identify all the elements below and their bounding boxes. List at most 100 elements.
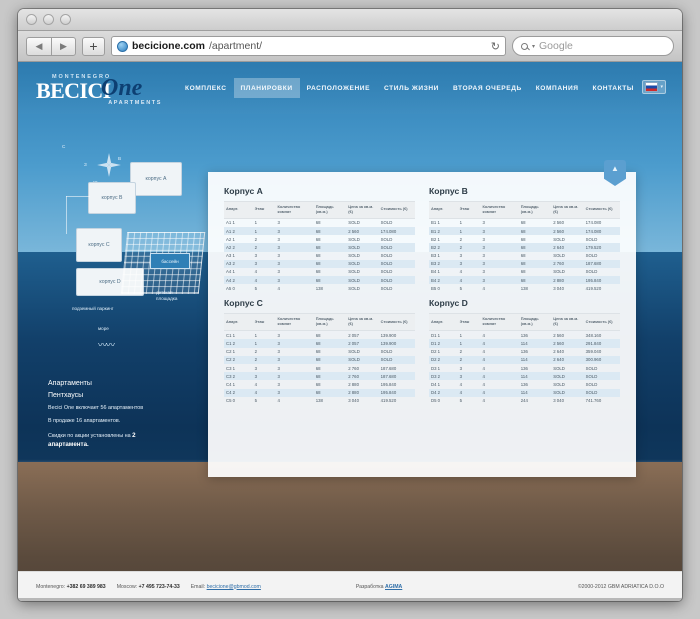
compass-east-label: В (118, 156, 122, 161)
language-selector[interactable]: ▾ (642, 80, 666, 94)
table-row[interactable]: A1 2 1 3 68 2 560 174.080 (224, 226, 415, 236)
table-cell: 2 057 (348, 340, 359, 346)
table-row[interactable]: B1 2 1 3 68 2 560 174.080 (429, 226, 620, 236)
col-floor: Этаж (252, 201, 276, 219)
nav-item-company[interactable]: КОМПАНИЯ (529, 78, 586, 98)
table-row[interactable]: B2 2 2 3 68 2 640 179.520 (429, 243, 620, 252)
table-row[interactable]: A3 2 3 3 68 SOLD SOLD (224, 259, 415, 268)
table-row[interactable]: C5 0 5 4 138 3 040 419.520 (224, 397, 415, 405)
playground-label: детская площадка (156, 290, 178, 302)
table-cell: 5 (254, 398, 258, 404)
table-row[interactable]: C4 1 4 3 68 2 880 195.840 (224, 380, 415, 388)
table-row[interactable]: A1 1 1 3 68 SOLD SOLD (224, 218, 415, 227)
table-cell: 2 560 (553, 220, 564, 226)
search-input[interactable]: ▾ Google (512, 36, 674, 56)
table-cell: C1 2 (226, 340, 236, 346)
table-cell: 4 (254, 269, 258, 275)
table-row[interactable]: B4 2 4 3 68 2 880 195.840 (429, 276, 620, 285)
table-row[interactable]: A5 0 5 4 138 SOLD SOLD (224, 284, 415, 292)
site-logo[interactable]: MONTENEGRO BECICI One APARTMENTS (34, 68, 162, 108)
table-cell: 3 (277, 244, 280, 250)
building-a[interactable]: корпус A (130, 162, 182, 196)
table-cell: 2 760 (348, 373, 359, 379)
window-close-button[interactable] (26, 14, 37, 25)
building-c[interactable]: корпус C (76, 228, 122, 262)
table-row[interactable]: B3 2 3 3 68 2 760 187.680 (429, 259, 620, 268)
developer-link[interactable]: AGIMA (385, 584, 402, 590)
table-row[interactable]: A4 2 4 3 68 SOLD SOLD (224, 276, 415, 285)
table-row[interactable]: D1 2 1 4 114 2 560 291.840 (429, 339, 620, 348)
reload-icon[interactable]: ↻ (491, 40, 500, 53)
table-cell: 2 (254, 236, 258, 242)
moscow-phone[interactable]: +7 495 723-74-33 (139, 584, 180, 590)
table-row[interactable]: A3 1 3 3 68 SOLD SOLD (224, 252, 415, 260)
table-cell: 68 (315, 253, 321, 259)
new-tab-button[interactable]: + (82, 36, 105, 56)
address-bar[interactable]: becicione.com /apartment/ ↻ (111, 36, 506, 56)
table-row[interactable]: D2 2 2 4 114 2 640 300.960 (429, 355, 620, 364)
block-korpus-d: Корпус D Апарт. Этаж Количество комнат П… (429, 298, 620, 404)
table-cell: 3 040 (553, 285, 564, 291)
nav-item-layouts[interactable]: ПЛАНИРОВКИ (233, 78, 300, 98)
horizontal-scrollbar[interactable] (18, 598, 682, 601)
table-cell: 4 (277, 398, 280, 404)
table-row[interactable]: A4 1 4 3 68 SOLD SOLD (224, 268, 415, 276)
nav-item-location[interactable]: РАСПОЛОЖЕНИЕ (300, 78, 377, 98)
table-row[interactable]: A2 2 2 3 68 SOLD SOLD (224, 243, 415, 252)
table-row[interactable]: D4 2 4 4 114 SOLD SOLD (429, 388, 620, 397)
forward-button[interactable]: ▶ (51, 36, 76, 56)
table-cell: 2 640 (553, 349, 564, 355)
apartments-table-d: Апарт. Этаж Количество комнат Площадь (к… (429, 313, 620, 404)
col-rooms: Количество комнат (275, 313, 314, 332)
table-row[interactable]: C3 2 3 3 68 2 760 187.680 (224, 372, 415, 381)
table-row[interactable]: A2 1 2 3 68 SOLD SOLD (224, 235, 415, 243)
table-row[interactable]: C2 1 2 3 68 SOLD SOLD (224, 348, 415, 356)
table-row[interactable]: B5 0 5 4 138 3 040 419.520 (429, 284, 620, 292)
table-cell: 68 (520, 277, 526, 283)
table-cell: 174.080 (380, 228, 397, 234)
back-button[interactable]: ◀ (26, 36, 51, 56)
table-row[interactable]: D3 2 3 4 114 SOLD SOLD (429, 372, 620, 381)
table-cell: 419.520 (380, 398, 397, 404)
table-cell: 300.960 (585, 357, 602, 363)
table-row[interactable]: B3 1 3 3 68 SOLD SOLD (429, 252, 620, 260)
blocks-grid: Корпус A Апарт. Этаж Количество комнат П… (208, 172, 636, 419)
table-row[interactable]: B4 1 4 3 68 SOLD SOLD (429, 268, 620, 276)
table-cell: 1 (254, 220, 258, 226)
table-row[interactable]: D2 1 2 4 136 2 640 359.040 (429, 348, 620, 356)
window-minimize-button[interactable] (43, 14, 54, 25)
nav-item-complex[interactable]: КОМПЛЕКС (178, 78, 234, 98)
table-row[interactable]: D3 1 3 4 136 SOLD SOLD (429, 364, 620, 372)
table-cell: 136 (520, 332, 528, 338)
email-link[interactable]: becicione@gbmod.com (207, 584, 261, 590)
table-cell: 68 (315, 261, 321, 267)
table-cell: 4 (482, 365, 485, 371)
table-cell: 2 560 (553, 340, 564, 346)
table-cell: 195.840 (585, 277, 602, 283)
chevron-down-icon[interactable]: ▾ (532, 43, 535, 50)
table-row[interactable]: D1 1 1 4 136 2 560 348.160 (429, 331, 620, 340)
table-cell: 136 (520, 365, 528, 371)
col-price-sqm: Цена за кв.м. (€) (551, 201, 584, 219)
nav-item-lifestyle[interactable]: СТИЛЬ ЖИЗНИ (377, 78, 446, 98)
table-row[interactable]: C3 1 3 3 68 2 760 187.680 (224, 364, 415, 372)
table-cell: 2 880 (553, 277, 564, 283)
nav-item-second-phase[interactable]: ВТОРАЯ ОЧЕРЕДЬ (446, 78, 529, 98)
table-row[interactable]: B2 1 2 3 68 SOLD SOLD (429, 235, 620, 243)
table-row[interactable]: C1 2 1 3 68 2 057 139.900 (224, 339, 415, 348)
table-row[interactable]: B1 1 1 3 68 2 560 174.080 (429, 218, 620, 227)
table-cell: 4 (254, 277, 258, 283)
building-b[interactable]: корпус B (88, 182, 136, 214)
montenegro-phone[interactable]: +382 69 389 983 (67, 584, 106, 590)
plan-guide-line (66, 196, 67, 234)
page-content: MONTENEGRO BECICI One APARTMENTS КОМПЛЕК… (18, 62, 682, 601)
table-row[interactable]: D5 0 5 4 244 3 040 741.760 (429, 397, 620, 405)
table-row[interactable]: D4 1 4 4 136 SOLD SOLD (429, 380, 620, 388)
table-row[interactable]: C2 2 2 3 68 SOLD SOLD (224, 355, 415, 364)
window-zoom-button[interactable] (60, 14, 71, 25)
table-row[interactable]: C4 2 4 3 68 2 880 195.840 (224, 388, 415, 397)
footer-copyright: ©2000-2012 GBM ADRIATICA D.O.O (577, 583, 664, 590)
nav-item-contacts[interactable]: КОНТАКТЫ (586, 78, 641, 98)
table-row[interactable]: C1 1 1 3 68 2 057 139.900 (224, 331, 415, 340)
table-header-row: Апарт. Этаж Количество комнат Площадь (к… (224, 313, 415, 332)
